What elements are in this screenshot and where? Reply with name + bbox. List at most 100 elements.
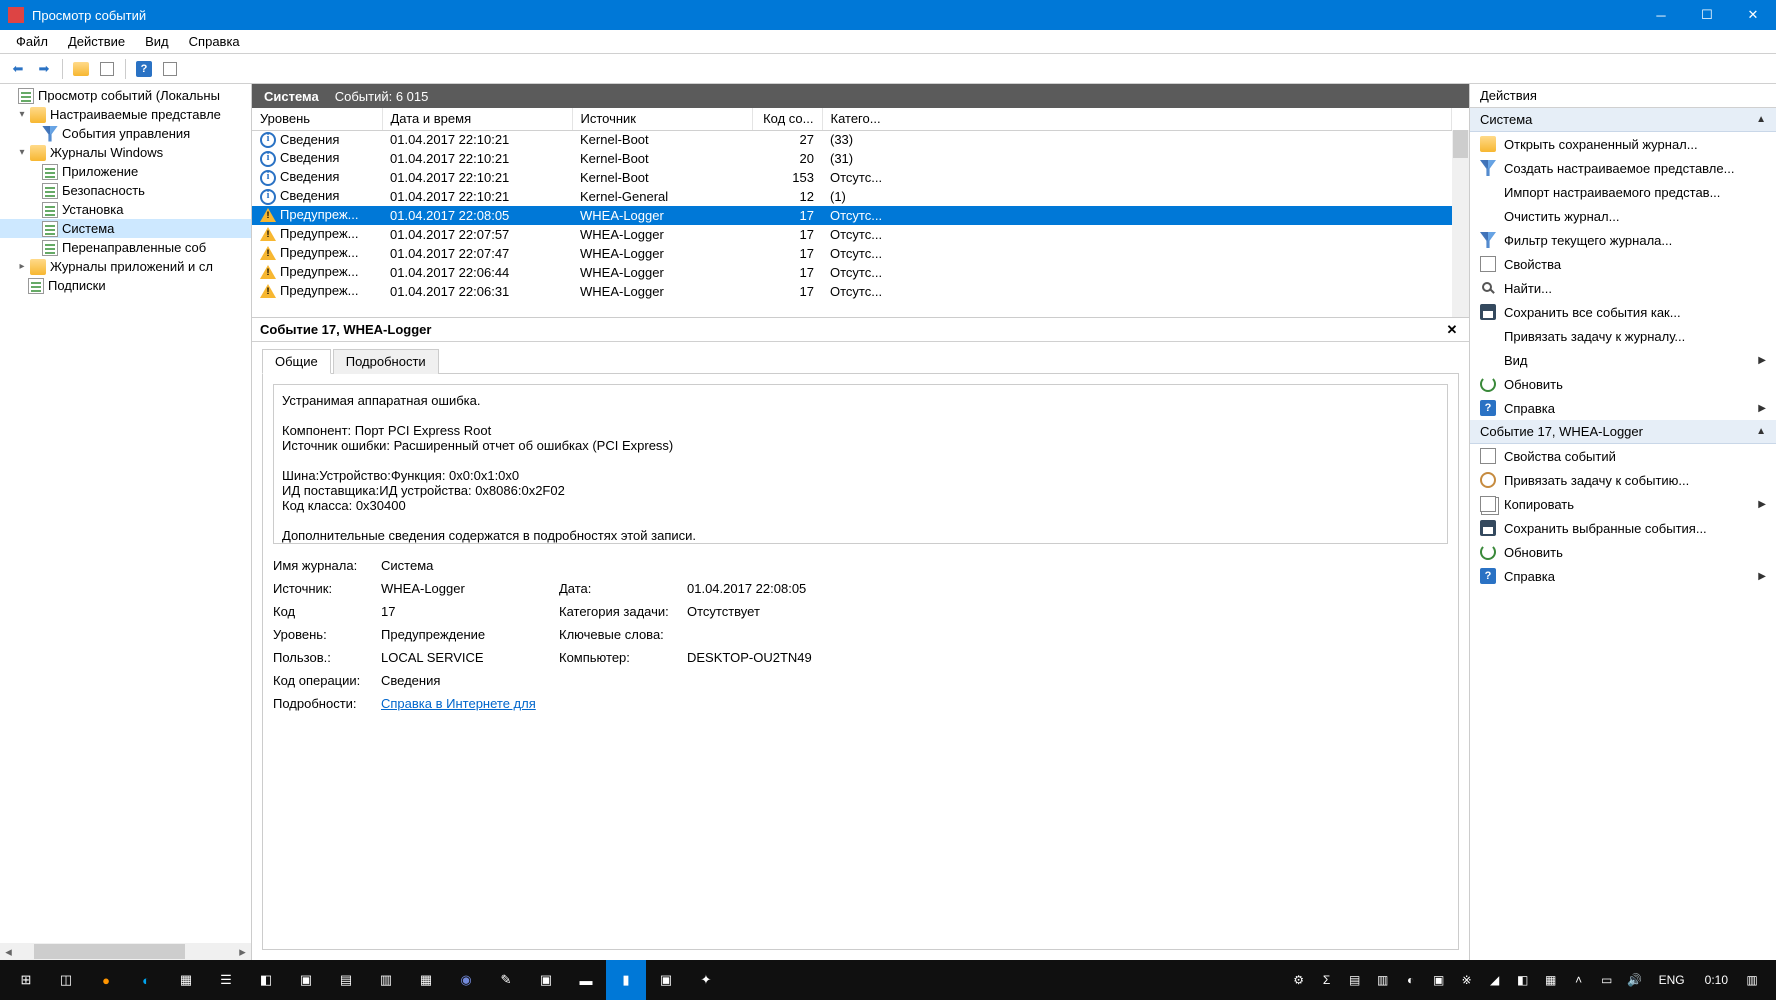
tray-network-icon[interactable]: ▭ (1595, 968, 1619, 992)
taskbar-app[interactable]: ● (86, 960, 126, 1000)
back-button[interactable]: ⬅ (6, 57, 30, 81)
action-item[interactable]: Копировать▶ (1470, 492, 1776, 516)
taskbar-app[interactable]: ▬ (566, 960, 606, 1000)
tree-custom-views[interactable]: ▾ Настраиваемые представле (0, 105, 251, 124)
col-category[interactable]: Катего... (822, 108, 1452, 130)
taskbar-app[interactable]: ▥ (366, 960, 406, 1000)
toolbar-btn-4[interactable] (158, 57, 182, 81)
tree-system[interactable]: Система (0, 219, 251, 238)
event-row[interactable]: Предупреж...01.04.2017 22:07:47WHEA-Logg… (252, 244, 1452, 263)
action-item[interactable]: Импорт настраиваемого представ... (1470, 180, 1776, 204)
tree-security[interactable]: Безопасность (0, 181, 251, 200)
tab-details[interactable]: Подробности (333, 349, 439, 374)
taskbar-app[interactable]: ▤ (326, 960, 366, 1000)
event-row[interactable]: Сведения01.04.2017 22:10:21Kernel-Boot20… (252, 149, 1452, 168)
tree-app-services[interactable]: ▸ Журналы приложений и сл (0, 257, 251, 276)
tree-admin-events[interactable]: События управления (0, 124, 251, 143)
section-collapse-icon[interactable]: ▲ (1756, 114, 1766, 125)
scrollbar-thumb[interactable] (34, 944, 185, 959)
action-item[interactable]: Обновить (1470, 372, 1776, 396)
col-datetime[interactable]: Дата и время (382, 108, 572, 130)
taskbar-app[interactable]: ◧ (246, 960, 286, 1000)
taskbar-app[interactable]: ▣ (646, 960, 686, 1000)
toolbar-btn-3[interactable]: ? (132, 57, 156, 81)
menu-view[interactable]: Вид (137, 31, 177, 52)
action-item[interactable]: Привязать задачу к журналу... (1470, 324, 1776, 348)
tray-chevron-up-icon[interactable]: ˄ (1567, 968, 1591, 992)
toolbar-btn-1[interactable] (69, 57, 93, 81)
event-row[interactable]: Предупреж...01.04.2017 22:07:57WHEA-Logg… (252, 225, 1452, 244)
action-item[interactable]: Фильтр текущего журнала... (1470, 228, 1776, 252)
taskbar-app[interactable]: ☰ (206, 960, 246, 1000)
action-item[interactable]: Открыть сохраненный журнал... (1470, 132, 1776, 156)
minimize-button[interactable]: ─ (1638, 0, 1684, 30)
tab-general[interactable]: Общие (262, 349, 331, 374)
scrollbar-thumb[interactable] (1453, 130, 1468, 158)
action-item[interactable]: ?Справка▶ (1470, 396, 1776, 420)
tray-lang[interactable]: ENG (1651, 973, 1693, 987)
tree-application[interactable]: Приложение (0, 162, 251, 181)
tree-root[interactable]: Просмотр событий (Локальны (0, 86, 251, 105)
collapse-icon[interactable]: ▾ (14, 109, 30, 120)
action-item[interactable]: Обновить (1470, 540, 1776, 564)
tree-windows-logs[interactable]: ▾ Журналы Windows (0, 143, 251, 162)
tray-volume-icon[interactable]: 🔊 (1623, 968, 1647, 992)
taskbar-app[interactable]: ▦ (406, 960, 446, 1000)
taskbar-app[interactable]: ◉ (446, 960, 486, 1000)
detail-close-button[interactable]: ✕ (1443, 321, 1461, 339)
tray-icon[interactable]: ◢ (1483, 968, 1507, 992)
action-item[interactable]: ?Справка▶ (1470, 564, 1776, 588)
action-item[interactable]: Свойства событий (1470, 444, 1776, 468)
tray-icon[interactable]: Σ (1315, 968, 1339, 992)
toolbar-btn-2[interactable] (95, 57, 119, 81)
tree-scrollbar-h[interactable]: ◂ ▸ (0, 943, 251, 960)
tray-icon[interactable]: ※ (1455, 968, 1479, 992)
event-row[interactable]: Предупреж...01.04.2017 22:06:31WHEA-Logg… (252, 282, 1452, 301)
event-scrollbar-v[interactable] (1452, 130, 1469, 317)
taskview-button[interactable]: ◫ (46, 960, 86, 1000)
tray-icon[interactable]: ▣ (1427, 968, 1451, 992)
action-item[interactable]: Вид▶ (1470, 348, 1776, 372)
forward-button[interactable]: ➡ (32, 57, 56, 81)
event-row[interactable]: Сведения01.04.2017 22:10:21Kernel-Boot15… (252, 168, 1452, 187)
close-button[interactable]: ✕ (1730, 0, 1776, 30)
taskbar-app[interactable]: ✎ (486, 960, 526, 1000)
taskbar-app[interactable]: ✦ (686, 960, 726, 1000)
event-row[interactable]: Сведения01.04.2017 22:10:21Kernel-Genera… (252, 187, 1452, 206)
action-item[interactable]: Очистить журнал... (1470, 204, 1776, 228)
tray-clock[interactable]: 0:10 (1697, 973, 1736, 987)
tree-setup[interactable]: Установка (0, 200, 251, 219)
tray-icon[interactable]: ◧ (1511, 968, 1535, 992)
collapse-icon[interactable]: ▾ (14, 147, 30, 158)
col-source[interactable]: Источник (572, 108, 752, 130)
menu-file[interactable]: Файл (8, 31, 56, 52)
col-level[interactable]: Уровень (252, 108, 382, 130)
section-collapse-icon[interactable]: ▲ (1756, 426, 1766, 437)
tray-icon[interactable]: ⚙ (1287, 968, 1311, 992)
tray-notifications-icon[interactable]: ▥ (1740, 968, 1764, 992)
event-row[interactable]: Предупреж...01.04.2017 22:08:05WHEA-Logg… (252, 206, 1452, 225)
tree-forwarded[interactable]: Перенаправленные соб (0, 238, 251, 257)
taskbar-app[interactable]: ▣ (286, 960, 326, 1000)
tray-icon[interactable]: ▤ (1343, 968, 1367, 992)
col-code[interactable]: Код со... (752, 108, 822, 130)
menu-action[interactable]: Действие (60, 31, 133, 52)
start-button[interactable]: ⊞ (6, 960, 46, 1000)
action-item[interactable]: Сохранить все события как... (1470, 300, 1776, 324)
action-item[interactable]: Создать настраиваемое представле... (1470, 156, 1776, 180)
tray-icon[interactable]: ▦ (1539, 968, 1563, 992)
action-item[interactable]: Сохранить выбранные события... (1470, 516, 1776, 540)
event-row[interactable]: Предупреж...01.04.2017 22:06:44WHEA-Logg… (252, 263, 1452, 282)
online-help-link[interactable]: Справка в Интернете для (381, 696, 536, 711)
taskbar-eventviewer[interactable]: ▮ (606, 960, 646, 1000)
taskbar-app[interactable]: ◐ (126, 960, 166, 1000)
action-item[interactable]: Найти... (1470, 276, 1776, 300)
tree-subscriptions[interactable]: Подписки (0, 276, 251, 295)
maximize-button[interactable]: ☐ (1684, 0, 1730, 30)
taskbar-app[interactable]: ▣ (526, 960, 566, 1000)
tray-icon[interactable]: ▥ (1371, 968, 1395, 992)
taskbar-app[interactable]: ▦ (166, 960, 206, 1000)
expand-icon[interactable]: ▸ (14, 261, 30, 272)
action-item[interactable]: Свойства (1470, 252, 1776, 276)
menu-help[interactable]: Справка (181, 31, 248, 52)
